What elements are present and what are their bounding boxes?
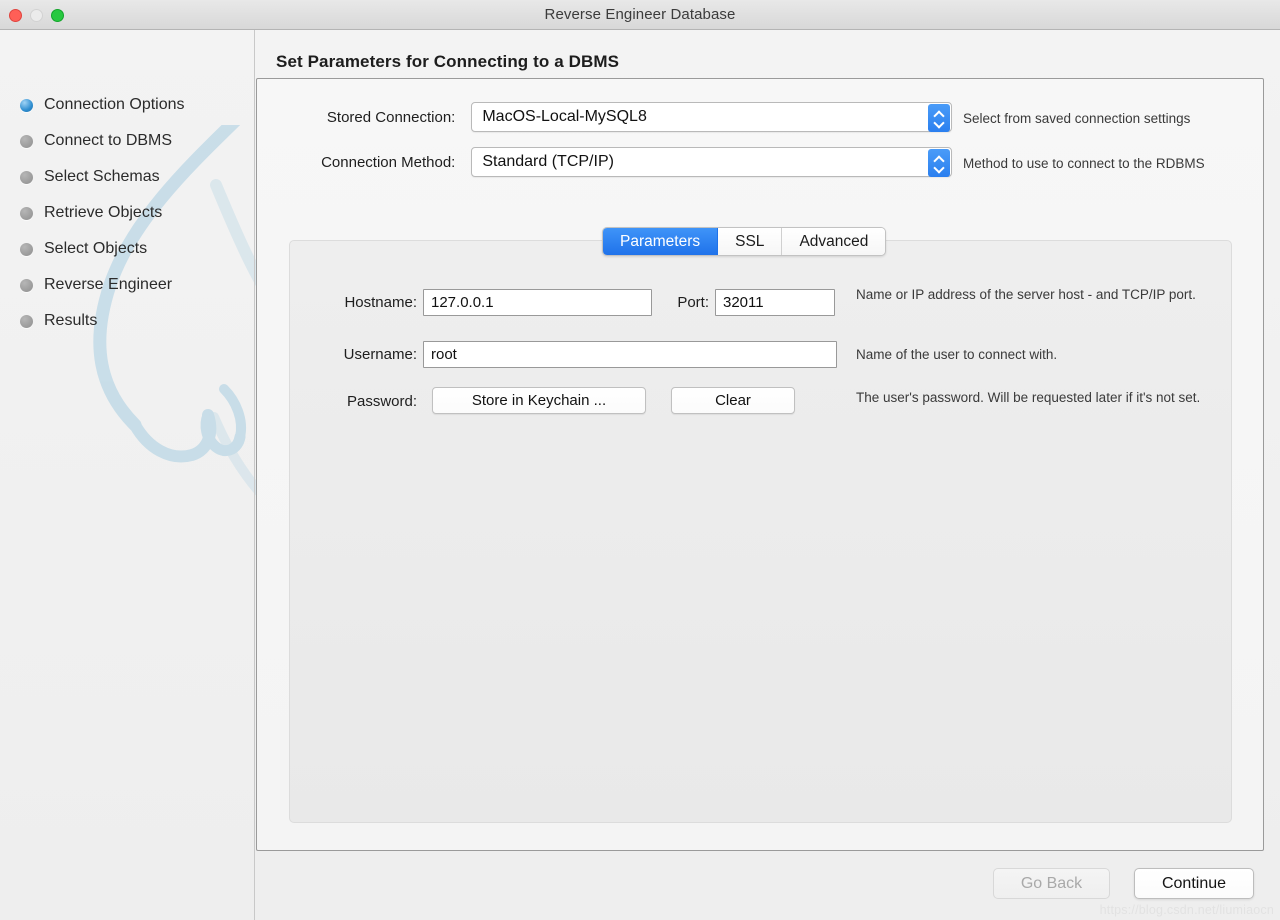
stored-connection-row: Stored Connection: MacOS-Local-MySQL8 xyxy=(277,102,952,132)
step-bullet-icon xyxy=(20,314,33,328)
wizard-steps-sidebar: Connection Options Connect to DBMS Selec… xyxy=(0,30,254,920)
connection-method-hint: Method to use to connect to the RDBMS xyxy=(963,156,1205,171)
hostname-port-hint: Name or IP address of the server host - … xyxy=(856,287,1196,302)
connection-method-select[interactable]: Standard (TCP/IP) xyxy=(471,147,952,177)
sidebar-item-label: Results xyxy=(44,312,98,329)
maximize-button[interactable] xyxy=(51,8,64,22)
window-title: Reverse Engineer Database xyxy=(544,6,736,23)
sidebar-item-retrieve-objects[interactable]: Retrieve Objects xyxy=(0,195,254,231)
stored-connection-hint: Select from saved connection settings xyxy=(963,111,1191,126)
tab-ssl[interactable]: SSL xyxy=(718,228,783,255)
port-input[interactable]: 32011 xyxy=(715,289,835,316)
step-bullet-icon xyxy=(20,278,33,292)
hostname-input[interactable]: 127.0.0.1 xyxy=(423,289,652,316)
tab-parameters[interactable]: Parameters xyxy=(603,228,719,255)
connection-tabs: Parameters SSL Advanced xyxy=(602,227,887,256)
sidebar-item-connection-options[interactable]: Connection Options xyxy=(0,87,254,123)
chevron-up-icon xyxy=(935,112,944,117)
step-bullet-icon xyxy=(20,134,33,148)
content-area: Set Parameters for Connecting to a DBMS … xyxy=(254,30,1280,920)
stored-connection-select[interactable]: MacOS-Local-MySQL8 xyxy=(471,102,952,132)
chevron-down-icon xyxy=(935,165,944,170)
dialog-body: Connection Options Connect to DBMS Selec… xyxy=(0,30,1280,920)
username-hint: Name of the user to connect with. xyxy=(856,347,1058,362)
username-input[interactable]: root xyxy=(423,341,837,368)
source-watermark: https://blog.csdn.net/liumiaocn xyxy=(1099,903,1274,917)
connection-method-stepper-icon[interactable] xyxy=(928,149,950,177)
title-bar: Reverse Engineer Database xyxy=(0,0,1280,30)
connection-method-value: Standard (TCP/IP) xyxy=(482,153,614,170)
page-title: Set Parameters for Connecting to a DBMS xyxy=(276,52,620,71)
step-bullet-icon xyxy=(20,242,33,256)
sidebar-item-results[interactable]: Results xyxy=(0,303,254,339)
step-bullet-active-icon xyxy=(20,98,33,112)
port-value: 32011 xyxy=(723,294,764,311)
connection-method-row: Connection Method: Standard (TCP/IP) xyxy=(277,147,952,177)
connection-method-label: Connection Method: xyxy=(321,153,456,171)
sidebar-item-label: Connection Options xyxy=(44,96,185,113)
minimize-button[interactable] xyxy=(30,8,43,22)
sidebar-item-label: Retrieve Objects xyxy=(44,204,163,221)
go-back-button[interactable]: Go Back xyxy=(993,868,1110,899)
port-label: Port: xyxy=(677,294,709,311)
stored-connection-value: MacOS-Local-MySQL8 xyxy=(482,108,647,125)
sidebar-item-select-objects[interactable]: Select Objects xyxy=(0,231,254,267)
username-value: root xyxy=(431,346,457,363)
continue-button[interactable]: Continue xyxy=(1134,868,1254,899)
step-bullet-icon xyxy=(20,206,33,220)
stored-connection-stepper-icon[interactable] xyxy=(928,104,950,132)
hostname-label: Hostname: xyxy=(344,294,417,311)
tab-advanced[interactable]: Advanced xyxy=(782,228,886,255)
password-hint: The user's password. Will be requested l… xyxy=(856,390,1201,405)
sidebar-item-label: Select Schemas xyxy=(44,168,160,185)
chevron-down-icon xyxy=(935,120,944,125)
settings-panel: Stored Connection: MacOS-Local-MySQL8 Se… xyxy=(256,78,1264,851)
parameters-tab-panel: Hostname: 127.0.0.1 Port: 32011 Name or … xyxy=(289,240,1232,823)
clear-password-button[interactable]: Clear xyxy=(671,387,795,414)
sidebar-item-reverse-engineer[interactable]: Reverse Engineer xyxy=(0,267,254,303)
sidebar-item-label: Connect to DBMS xyxy=(44,132,173,149)
close-button[interactable] xyxy=(9,8,22,22)
password-label: Password: xyxy=(346,393,417,410)
sidebar-item-label: Select Objects xyxy=(44,240,148,257)
username-label: Username: xyxy=(343,346,417,363)
reverse-engineer-database-window: Reverse Engineer Database Connection Opt… xyxy=(0,0,1280,920)
sidebar-item-connect-to-dbms[interactable]: Connect to DBMS xyxy=(0,123,254,159)
chevron-up-icon xyxy=(935,157,944,162)
stored-connection-label: Stored Connection: xyxy=(326,108,456,126)
step-bullet-icon xyxy=(20,170,33,184)
store-in-keychain-button[interactable]: Store in Keychain ... xyxy=(432,387,646,414)
sidebar-item-select-schemas[interactable]: Select Schemas xyxy=(0,159,254,195)
hostname-value: 127.0.0.1 xyxy=(431,294,494,311)
window-controls xyxy=(9,0,64,30)
sidebar-item-label: Reverse Engineer xyxy=(44,276,173,293)
dialog-footer: Go Back Continue https://blog.csdn.net/l… xyxy=(0,850,1280,920)
